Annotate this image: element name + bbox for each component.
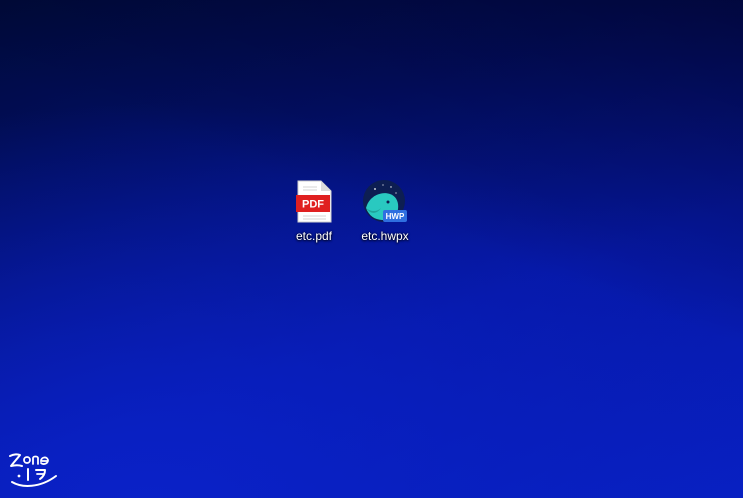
desktop-icon-label: etc.pdf (295, 229, 333, 243)
pdf-badge: PDF (302, 199, 324, 211)
signature-watermark (6, 446, 62, 490)
desktop-icon-etc-hwpx[interactable]: HWP etc.hwpx (347, 178, 423, 248)
hwp-badge: HWP (386, 212, 405, 221)
desktop-icon-etc-pdf[interactable]: PDF etc.pdf (276, 178, 352, 248)
handwritten-signature-logo (9, 453, 57, 487)
desktop-icon-label: etc.hwpx (361, 229, 409, 243)
pdf-file-icon: PDF (290, 178, 338, 226)
hancom-whale-hwp-icon: HWP (361, 178, 409, 226)
desktop-background[interactable]: PDF etc.pdf HWP etc.hwpx (0, 0, 743, 498)
